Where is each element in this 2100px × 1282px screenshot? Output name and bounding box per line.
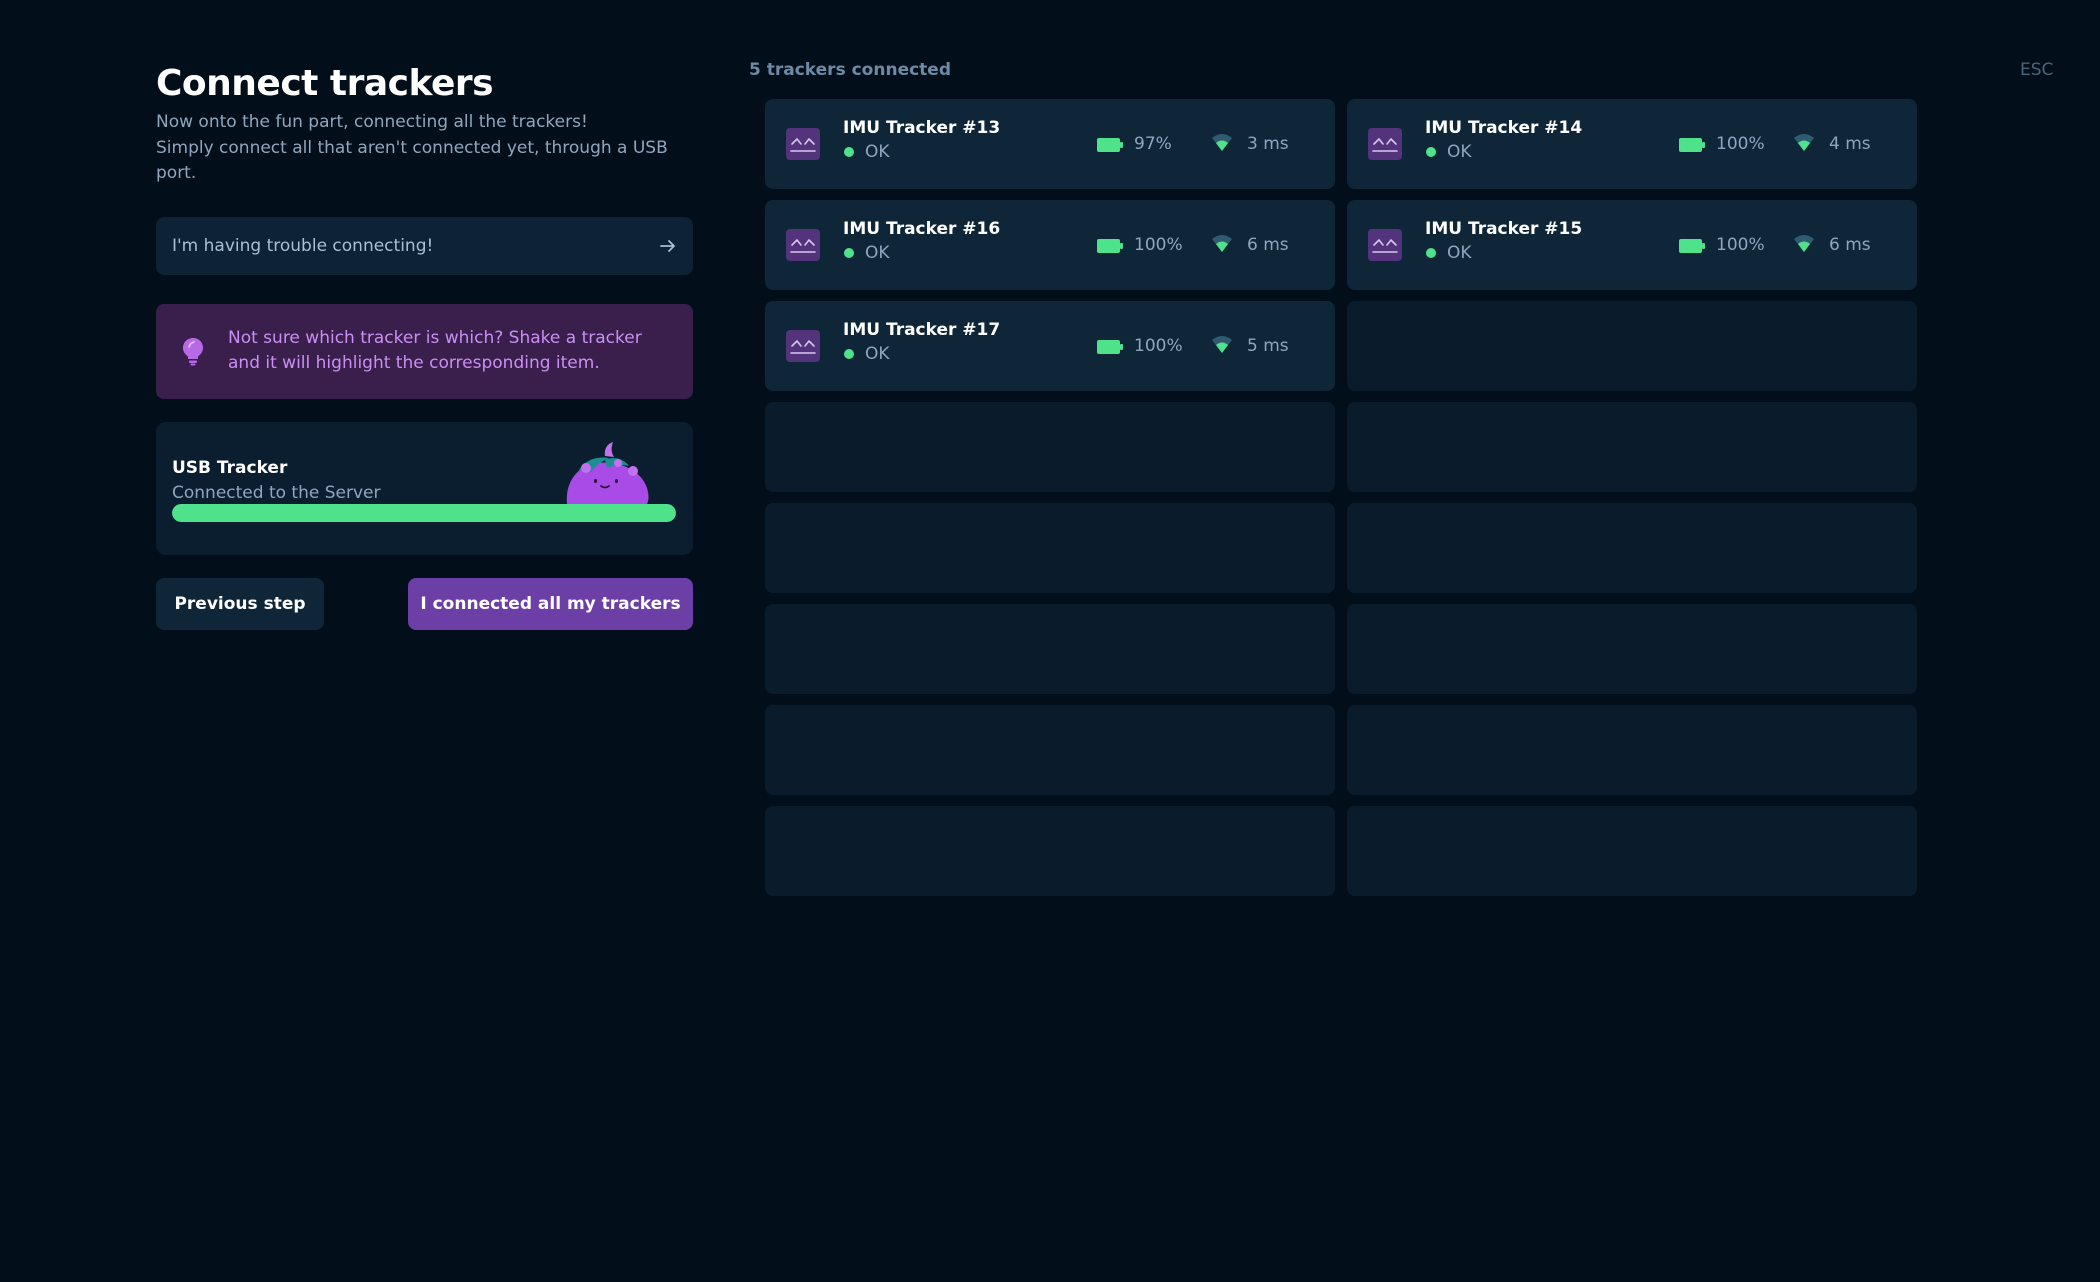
esc-button[interactable]: ESC: [2020, 60, 2053, 80]
tracker-name: IMU Tracker #13: [843, 118, 1001, 138]
tracker-card[interactable]: IMU Tracker #15 OK 100% 6 ms: [1347, 200, 1917, 290]
tracker-name: IMU Tracker #16: [843, 219, 1001, 239]
tracker-icon: [786, 128, 820, 160]
tracker-battery: 97%: [1134, 134, 1172, 154]
trackers-connected-count: 5 trackers connected: [749, 60, 951, 80]
page-title: Connect trackers: [156, 63, 494, 104]
tracker-ping: 4 ms: [1829, 134, 1871, 154]
tracker-name: IMU Tracker #15: [1425, 219, 1583, 239]
lightbulb-icon: [183, 338, 203, 366]
empty-tracker-slot: [1347, 705, 1917, 795]
page-description: Now onto the fun part, connecting all th…: [156, 110, 676, 187]
tip-banner: Not sure which tracker is which? Shake a…: [156, 303, 693, 399]
tracker-status: OK: [865, 243, 890, 263]
battery-icon: [1679, 137, 1705, 152]
tracker-battery: 100%: [1716, 235, 1765, 255]
signal-icon: [1793, 133, 1815, 153]
previous-step-button[interactable]: Previous step: [156, 577, 324, 630]
empty-tracker-slot: [765, 705, 1335, 795]
signal-icon: [1211, 335, 1233, 355]
tracker-status: OK: [1447, 142, 1472, 162]
tracker-battery: 100%: [1134, 336, 1183, 356]
tracker-grid: IMU Tracker #13 OK 97% 3 ms IMU Tracker #14 O…: [765, 99, 1917, 896]
status-dot-icon: [1426, 248, 1436, 258]
tracker-icon: [786, 330, 820, 362]
connected-all-trackers-button[interactable]: I connected all my trackers: [408, 577, 693, 630]
usb-tracker-name: USB Tracker: [172, 457, 288, 478]
empty-tracker-slot: [1347, 806, 1917, 896]
trouble-connecting-label: I'm having trouble connecting!: [172, 235, 434, 256]
empty-tracker-slot: [765, 402, 1335, 492]
usb-progress-bar: [172, 503, 676, 522]
battery-icon: [1097, 339, 1123, 354]
status-dot-icon: [844, 349, 854, 359]
tracker-card[interactable]: IMU Tracker #13 OK 97% 3 ms: [765, 99, 1335, 189]
tracker-status: OK: [1447, 243, 1472, 263]
tracker-ping: 6 ms: [1247, 235, 1289, 255]
usb-tracker-status: Connected to the Server: [172, 482, 381, 503]
tracker-icon: [1368, 229, 1402, 261]
empty-tracker-slot: [1347, 402, 1917, 492]
tracker-status: OK: [865, 142, 890, 162]
tracker-icon: [1368, 128, 1402, 160]
signal-icon: [1793, 234, 1815, 254]
signal-icon: [1211, 234, 1233, 254]
empty-tracker-slot: [1347, 604, 1917, 694]
empty-tracker-slot: [765, 503, 1335, 593]
tracker-battery: 100%: [1134, 235, 1183, 255]
tracker-card[interactable]: IMU Tracker #14 OK 100% 4 ms: [1347, 99, 1917, 189]
tracker-card[interactable]: IMU Tracker #16 OK 100% 6 ms: [765, 200, 1335, 290]
action-bar: Previous step I connected all my tracker…: [156, 577, 693, 630]
description-line: port.: [156, 163, 197, 183]
tracker-ping: 3 ms: [1247, 134, 1289, 154]
tracker-name: IMU Tracker #17: [843, 320, 1001, 340]
status-dot-icon: [1426, 147, 1436, 157]
empty-tracker-slot: [1347, 503, 1917, 593]
status-dot-icon: [844, 248, 854, 258]
battery-icon: [1679, 238, 1705, 253]
tracker-card[interactable]: IMU Tracker #17 OK 100% 5 ms: [765, 301, 1335, 391]
tracker-name: IMU Tracker #14: [1425, 118, 1583, 138]
usb-tracker-card: USB Tracker Connected to the Server: [156, 421, 693, 555]
tracker-battery: 100%: [1716, 134, 1765, 154]
tip-text: Not sure which tracker is which? Shake a…: [228, 326, 642, 377]
tip-line: Not sure which tracker is which? Shake a…: [228, 327, 642, 348]
usb-progress-fill: [172, 503, 676, 522]
description-line: Simply connect all that aren't connected…: [156, 137, 668, 158]
tip-line: and it will highlight the corresponding …: [228, 353, 600, 373]
empty-tracker-slot: [765, 604, 1335, 694]
empty-tracker-slot: [765, 806, 1335, 896]
tracker-status: OK: [865, 344, 890, 364]
arrow-right-icon: [660, 239, 675, 252]
battery-icon: [1097, 238, 1123, 253]
left-panel: Connect trackers Now onto the fun part, …: [156, 62, 693, 630]
tracker-icon: [786, 229, 820, 261]
empty-tracker-slot: [1347, 301, 1917, 391]
trouble-connecting-link[interactable]: I'm having trouble connecting!: [156, 216, 693, 275]
tracker-ping: 6 ms: [1829, 235, 1871, 255]
tracker-ping: 5 ms: [1247, 336, 1289, 356]
signal-icon: [1211, 133, 1233, 153]
status-dot-icon: [844, 147, 854, 157]
description-line: Now onto the fun part, connecting all th…: [156, 112, 588, 132]
battery-icon: [1097, 137, 1123, 152]
